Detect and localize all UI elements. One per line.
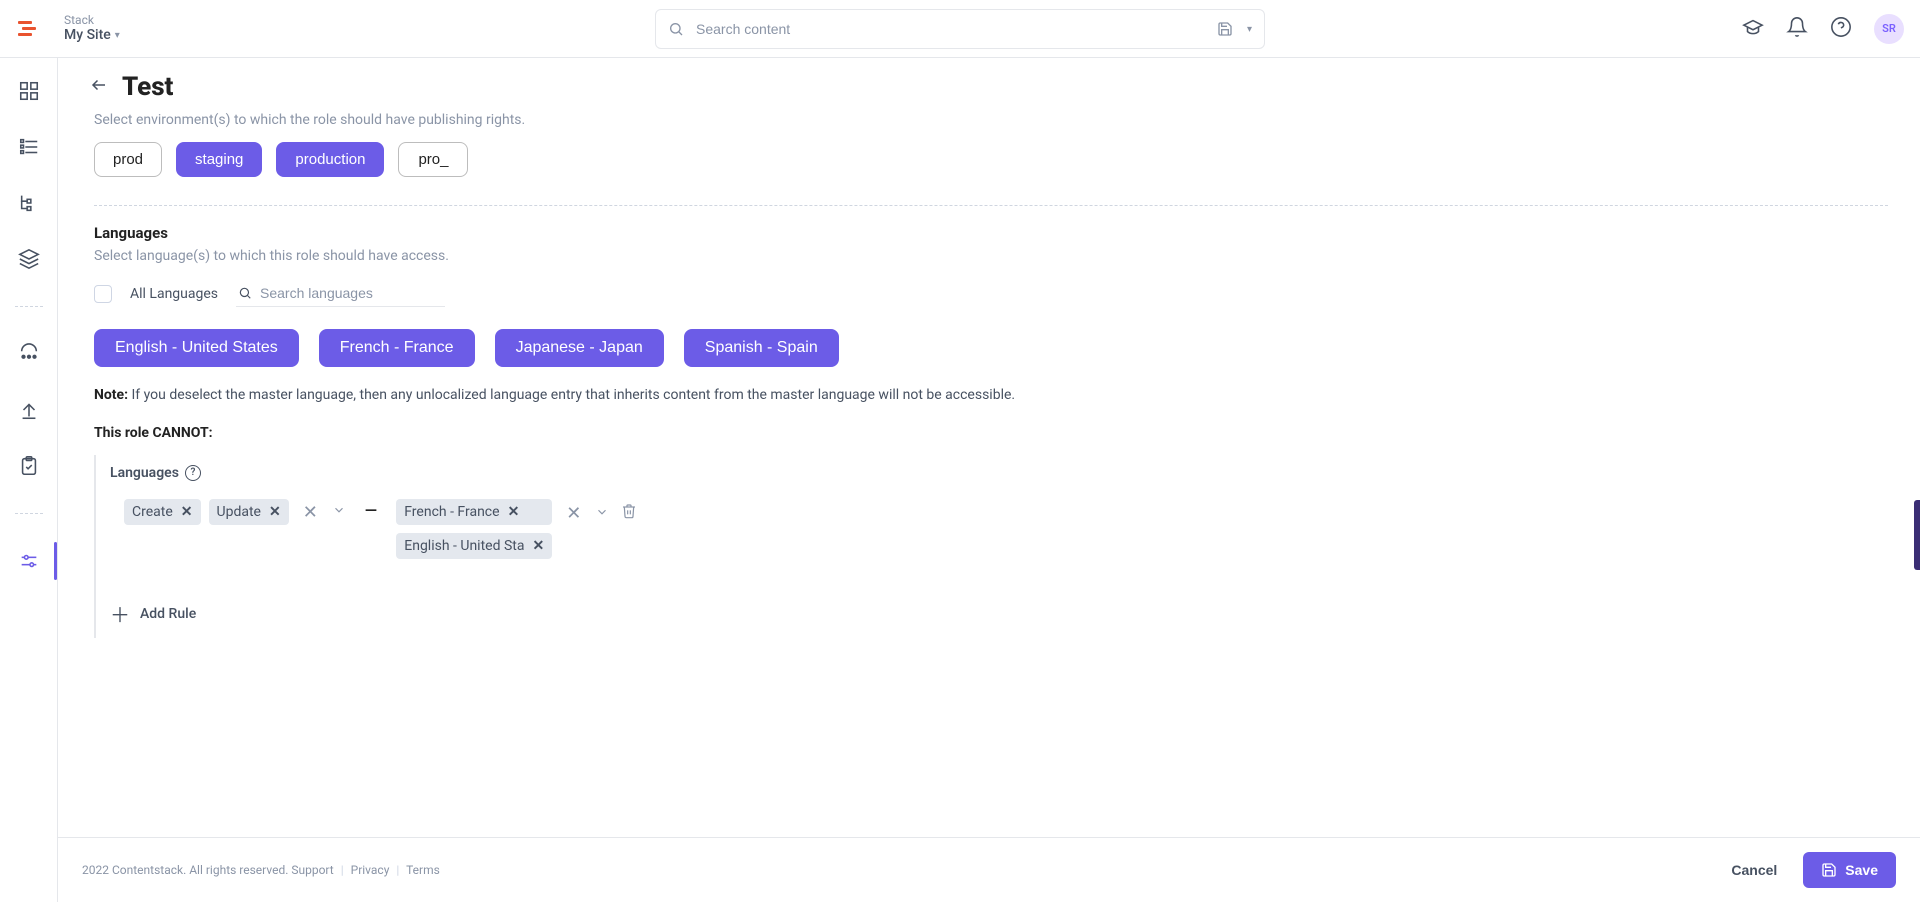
sidebar [0, 58, 58, 902]
add-rule-button[interactable]: ＋ Add Rule [110, 599, 1888, 628]
page-title: Test [122, 72, 173, 102]
global-search[interactable]: ▾ [655, 9, 1265, 49]
rule-separator: – [360, 499, 382, 524]
plus-icon: ＋ [110, 599, 130, 628]
action-chip-update[interactable]: Update ✕ [209, 499, 289, 525]
sidebar-item-settings[interactable] [0, 546, 57, 576]
rule-block-title: Languages [110, 465, 179, 481]
privacy-link[interactable]: Privacy [351, 863, 390, 877]
help-icon[interactable] [1830, 16, 1852, 42]
lang-pill-ja-jp[interactable]: Japanese - Japan [495, 329, 664, 367]
close-icon[interactable]: ✕ [181, 505, 193, 519]
all-languages-checkbox[interactable] [94, 285, 112, 303]
lang-chip-fr[interactable]: French - France ✕ [396, 499, 552, 525]
sidebar-item-list[interactable] [0, 132, 57, 162]
topbar: Stack My Site ▾ ▾ SR [0, 0, 1920, 58]
close-icon[interactable]: ✕ [269, 505, 281, 519]
sidebar-item-tree[interactable] [0, 188, 57, 218]
clear-icon[interactable]: ✕ [303, 502, 318, 523]
trash-icon[interactable] [621, 503, 637, 523]
footer: 2022 Contentstack. All rights reserved. … [58, 837, 1920, 902]
clear-icon[interactable]: ✕ [566, 503, 581, 524]
copyright: 2022 Contentstack. All rights reserved. [82, 863, 288, 877]
lang-pill-en-us[interactable]: English - United States [94, 329, 299, 367]
save-button[interactable]: Save [1803, 852, 1896, 888]
lang-pill-fr-fr[interactable]: French - France [319, 329, 475, 367]
close-icon[interactable]: ✕ [532, 539, 544, 553]
search-icon [668, 21, 684, 37]
note-prefix: Note: [94, 387, 128, 403]
env-pill-prod[interactable]: prod [94, 142, 162, 177]
env-pill-editing[interactable]: pro_ [398, 142, 468, 177]
rule-block: Languages ? Create ✕ Update ✕ [94, 455, 1888, 638]
note-text: If you deselect the master language, the… [128, 387, 1015, 403]
stack-label: Stack [64, 13, 120, 27]
cancel-button[interactable]: Cancel [1725, 861, 1783, 879]
chevron-down-icon[interactable] [595, 505, 609, 523]
rule-row: Create ✕ Update ✕ ✕ [124, 499, 1888, 559]
sidebar-item-dots[interactable] [0, 339, 57, 369]
lang-pill-es-es[interactable]: Spanish - Spain [684, 329, 839, 367]
bell-icon[interactable] [1786, 16, 1808, 42]
env-pill-production[interactable]: production [276, 142, 384, 177]
add-rule-label: Add Rule [140, 606, 196, 622]
stack-name: My Site [64, 27, 111, 44]
env-pill-staging[interactable]: staging [176, 142, 262, 177]
languages-title: Languages [94, 224, 1888, 242]
save-disk-icon [1821, 862, 1837, 878]
caret-down-icon: ▾ [115, 30, 120, 42]
brand-logo[interactable] [16, 17, 40, 41]
env-row: prod staging production pro_ [94, 142, 1888, 177]
education-icon[interactable] [1742, 16, 1764, 42]
page-header: Test [58, 58, 1920, 104]
sidebar-item-layers[interactable] [0, 244, 57, 274]
sidebar-item-clipboard[interactable] [0, 451, 57, 481]
help-icon[interactable]: ? [185, 465, 201, 481]
sidebar-item-dashboard[interactable] [0, 76, 57, 106]
support-link[interactable]: Support [291, 863, 333, 877]
language-search[interactable] [236, 280, 445, 307]
all-languages-label: All Languages [130, 286, 218, 302]
languages-note: Note: If you deselect the master languag… [94, 387, 1888, 403]
close-icon[interactable]: ✕ [508, 505, 520, 519]
save-disk-icon[interactable] [1217, 21, 1233, 37]
scroll-grab-handle[interactable] [1914, 500, 1920, 570]
sidebar-item-upload[interactable] [0, 395, 57, 425]
env-desc: Select environment(s) to which the role … [94, 112, 1888, 128]
cannot-title: This role CANNOT: [94, 425, 1888, 441]
chevron-down-icon[interactable] [332, 503, 346, 521]
lang-chip-en[interactable]: English - United Sta ✕ [396, 533, 552, 559]
language-row: English - United States French - France … [94, 329, 1888, 367]
search-icon [238, 286, 252, 300]
stack-selector[interactable]: Stack My Site ▾ [64, 13, 120, 44]
back-button[interactable] [90, 76, 108, 98]
terms-link[interactable]: Terms [406, 863, 440, 877]
avatar[interactable]: SR [1874, 14, 1904, 44]
languages-desc: Select language(s) to which this role sh… [94, 248, 1888, 264]
caret-down-icon[interactable]: ▾ [1247, 24, 1252, 35]
search-input[interactable] [694, 20, 1207, 38]
action-chip-create[interactable]: Create ✕ [124, 499, 201, 525]
language-search-input[interactable] [258, 284, 443, 302]
